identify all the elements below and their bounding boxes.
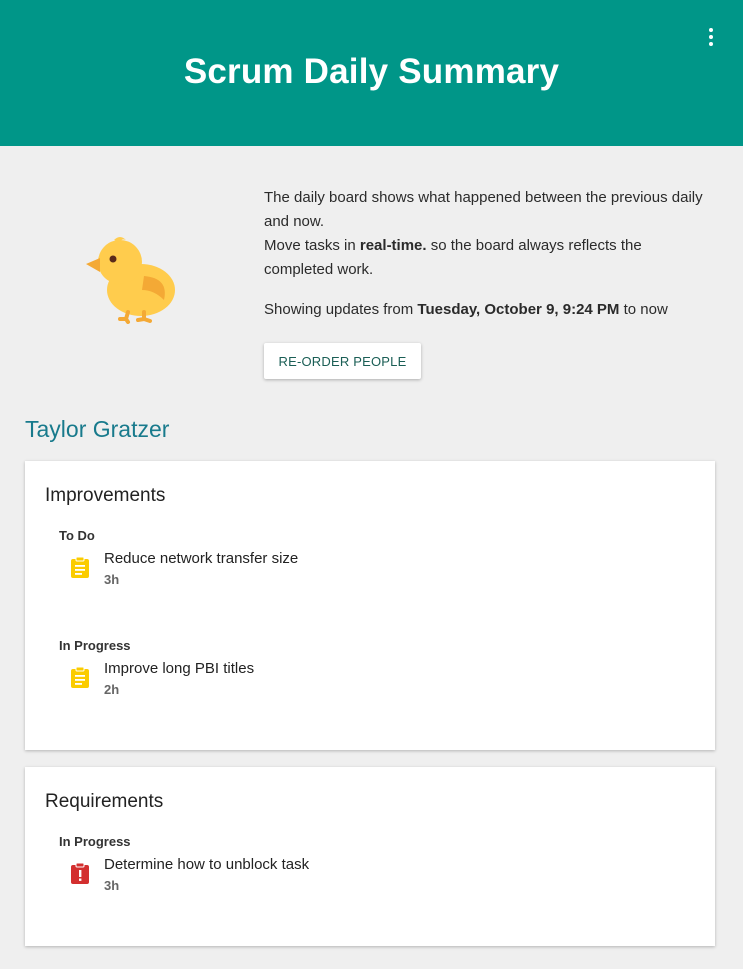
task-hours: 3h [104, 572, 120, 587]
more-menu-icon[interactable] [699, 25, 723, 49]
task-hours: 2h [104, 682, 120, 697]
task-clipboard-icon [71, 557, 89, 578]
chick-illustration-icon [86, 237, 175, 324]
state-label-in-progress: In Progress [59, 834, 131, 849]
impediment-clipboard-icon [71, 863, 89, 884]
reorder-people-button[interactable]: RE-ORDER PEOPLE [264, 343, 421, 379]
task-title: Improve long PBI titles [104, 660, 255, 677]
task-item[interactable]: Improve long PBI titles 2h [69, 660, 569, 704]
page-title: Scrum Daily Summary [183, 52, 560, 91]
intro-line-1: The daily board shows what happened betw… [264, 189, 703, 230]
person-name: Taylor Gratzer [25, 416, 170, 442]
state-label-in-progress: In Progress [59, 638, 131, 653]
task-title: Determine how to unblock task [104, 856, 310, 873]
updates-since-text: Showing updates from Tuesday, October 9,… [264, 301, 668, 318]
app-header: Scrum Daily Summary [0, 0, 743, 146]
state-label-to-do: To Do [59, 528, 95, 543]
task-hours: 3h [104, 878, 120, 893]
intro-line-2: Move tasks in real-time. so the board al… [264, 237, 642, 278]
group-title: Improvements [45, 485, 166, 506]
work-item-group-card: Requirements In Progress Determine how t… [25, 767, 715, 946]
group-title: Requirements [45, 791, 164, 812]
task-item[interactable]: Reduce network transfer size 3h [69, 550, 569, 594]
work-item-group-card: Improvements To Do Reduce network transf… [25, 461, 715, 750]
since-date: Tuesday, October 9, 9:24 PM [417, 301, 620, 318]
task-clipboard-icon [71, 667, 89, 688]
intro-description: The daily board shows what happened betw… [264, 186, 714, 282]
task-title: Reduce network transfer size [104, 550, 299, 567]
task-item[interactable]: Determine how to unblock task 3h [69, 856, 569, 900]
